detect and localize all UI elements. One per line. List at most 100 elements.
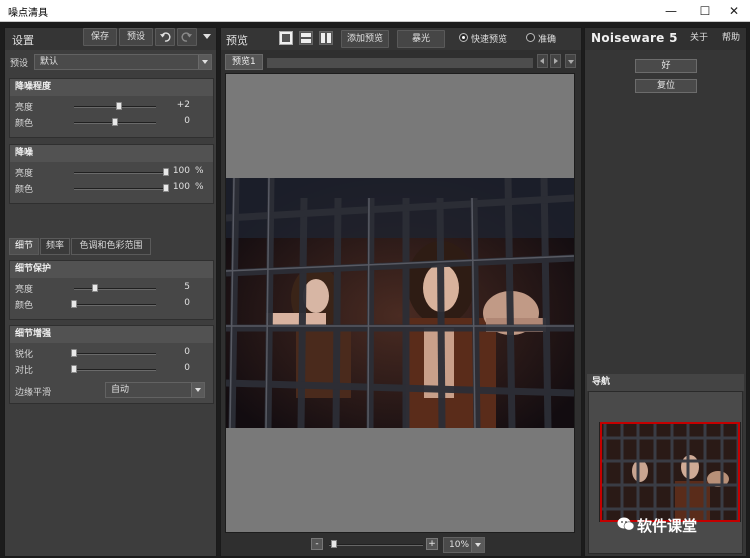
chevron-down-icon bbox=[198, 55, 211, 69]
preview-panel: 预览 添加预览 暴光 快速预览 准确 预览1 - + 10% bbox=[220, 27, 582, 557]
preset-button[interactable]: 预设 bbox=[119, 28, 153, 46]
window-title: 噪点清具 bbox=[8, 8, 48, 19]
accurate-label[interactable]: 准确 bbox=[538, 32, 556, 45]
detail-protection-section: 细节保护 亮度 5 颜色 0 bbox=[9, 260, 214, 320]
edge-smoothing-select[interactable]: 自动 bbox=[105, 382, 205, 398]
reset-button[interactable]: 复位 bbox=[635, 79, 697, 93]
cage-photo-image bbox=[226, 178, 574, 428]
tab-scroll-left-icon[interactable] bbox=[537, 54, 548, 68]
zoom-select[interactable]: 10% bbox=[443, 537, 485, 553]
preview-tab[interactable]: 预览1 bbox=[225, 54, 263, 70]
chevron-down-icon bbox=[191, 383, 204, 397]
right-panel: Noiseware 5 关于 帮助 好 复位 导航 软件课堂 bbox=[584, 27, 747, 557]
add-preview-button[interactable]: 添加预览 bbox=[341, 30, 389, 48]
zoom-slider[interactable] bbox=[329, 540, 423, 548]
slider-value[interactable]: 0 bbox=[160, 347, 190, 357]
noise-level-section: 降噪程度 亮度 +2 颜色 0 bbox=[9, 78, 214, 138]
exposure-button[interactable]: 暴光 bbox=[397, 30, 445, 48]
slider-thumb[interactable] bbox=[71, 300, 77, 308]
maximize-button[interactable]: ☐ bbox=[689, 0, 721, 22]
preset-select-value: 默认 bbox=[40, 57, 59, 67]
slider-row: 亮度 5 bbox=[10, 281, 213, 296]
slider-row: 亮度 +2 bbox=[10, 99, 213, 114]
ok-button[interactable]: 好 bbox=[635, 59, 697, 73]
settings-header: 设置 保存 预设 bbox=[5, 28, 216, 50]
slider-label: 亮度 bbox=[15, 285, 34, 295]
tab-menu-icon[interactable] bbox=[565, 54, 576, 68]
tab-frequency[interactable]: 频率 bbox=[40, 238, 70, 255]
navigator-viewport-frame[interactable] bbox=[600, 422, 740, 522]
noise-reduction-header: 降噪 bbox=[10, 145, 213, 162]
tab-tone-color-range[interactable]: 色调和色彩范围 bbox=[71, 238, 151, 255]
slider-row: 亮度 100 % bbox=[10, 165, 213, 180]
slider-row: 颜色 0 bbox=[10, 115, 213, 130]
slider-value[interactable]: 100 bbox=[158, 182, 190, 192]
close-button[interactable]: ✕ bbox=[718, 0, 750, 22]
slider-thumb[interactable] bbox=[116, 102, 123, 110]
slider-value[interactable]: 0 bbox=[160, 363, 190, 373]
window-titlebar: 噪点清具 — ☐ ✕ bbox=[0, 0, 750, 22]
preview-title: 预览 bbox=[226, 34, 248, 47]
fast-preview-label[interactable]: 快速预览 bbox=[471, 32, 507, 45]
chevron-down-icon bbox=[202, 34, 211, 39]
preview-tab-bar bbox=[267, 58, 533, 68]
minimize-button[interactable]: — bbox=[655, 0, 687, 22]
help-button[interactable]: 帮助 bbox=[717, 30, 745, 48]
split-vertical-button[interactable] bbox=[319, 31, 333, 45]
fast-preview-radio[interactable] bbox=[459, 33, 468, 42]
split-horizontal-button[interactable] bbox=[299, 31, 313, 45]
slider-track[interactable] bbox=[74, 118, 156, 126]
watermark-text: 软件课堂 bbox=[637, 517, 698, 535]
panel-menu-button[interactable] bbox=[199, 28, 214, 46]
slider-row: 对比 0 bbox=[10, 362, 213, 377]
slider-label: 颜色 bbox=[15, 119, 34, 129]
slider-unit: % bbox=[195, 182, 204, 192]
settings-title: 设置 bbox=[12, 34, 34, 47]
tab-scroll-right-icon[interactable] bbox=[550, 54, 561, 68]
preset-select[interactable]: 默认 bbox=[34, 54, 212, 70]
slider-track[interactable] bbox=[74, 168, 169, 176]
zoom-row: - + 10% bbox=[221, 536, 581, 556]
detail-tabs: 细节 频率 色调和色彩范围 bbox=[9, 238, 214, 255]
preview-header: 预览 添加预览 暴光 快速预览 准确 bbox=[221, 28, 581, 50]
slider-track[interactable] bbox=[74, 102, 156, 110]
accurate-radio[interactable] bbox=[526, 33, 535, 42]
preset-row: 预设 默认 bbox=[5, 52, 216, 72]
save-button[interactable]: 保存 bbox=[83, 28, 117, 46]
slider-track[interactable] bbox=[71, 365, 156, 373]
redo-icon bbox=[181, 32, 192, 42]
single-view-button[interactable] bbox=[279, 31, 293, 45]
slider-value[interactable]: 100 bbox=[158, 166, 190, 176]
slider-row: 颜色 100 % bbox=[10, 181, 213, 196]
undo-button[interactable] bbox=[155, 28, 175, 46]
edge-smoothing-row: 边缘平滑 自动 bbox=[10, 382, 213, 400]
tab-detail[interactable]: 细节 bbox=[9, 238, 39, 255]
slider-track[interactable] bbox=[71, 300, 156, 308]
preview-canvas[interactable] bbox=[225, 73, 575, 533]
slider-value[interactable]: +2 bbox=[160, 100, 190, 110]
slider-label: 锐化 bbox=[15, 350, 34, 360]
edge-smoothing-label: 边缘平滑 bbox=[15, 388, 52, 398]
slider-track[interactable] bbox=[71, 349, 156, 357]
slider-value[interactable]: 0 bbox=[160, 298, 190, 308]
split-horizontal-icon bbox=[301, 33, 311, 43]
zoom-thumb[interactable] bbox=[330, 540, 337, 548]
slider-thumb[interactable] bbox=[71, 365, 77, 373]
edge-smoothing-value: 自动 bbox=[111, 385, 130, 395]
detail-enhance-header: 细节增强 bbox=[10, 326, 213, 343]
slider-thumb[interactable] bbox=[112, 118, 118, 126]
wechat-icon bbox=[617, 517, 635, 531]
about-button[interactable]: 关于 bbox=[685, 30, 713, 48]
slider-track[interactable] bbox=[74, 284, 156, 292]
slider-thumb[interactable] bbox=[71, 349, 77, 357]
slider-track[interactable] bbox=[74, 184, 169, 192]
redo-button[interactable] bbox=[177, 28, 197, 46]
slider-row: 颜色 0 bbox=[10, 297, 213, 312]
slider-value[interactable]: 0 bbox=[160, 116, 190, 126]
zoom-out-button[interactable]: - bbox=[311, 538, 323, 550]
slider-value[interactable]: 5 bbox=[160, 282, 190, 292]
navigator-panel[interactable]: 软件课堂 bbox=[588, 391, 743, 554]
zoom-in-button[interactable]: + bbox=[426, 538, 438, 550]
slider-thumb[interactable] bbox=[91, 284, 98, 292]
detail-enhance-section: 细节增强 锐化 0 对比 0 边缘平滑 自动 bbox=[9, 325, 214, 404]
